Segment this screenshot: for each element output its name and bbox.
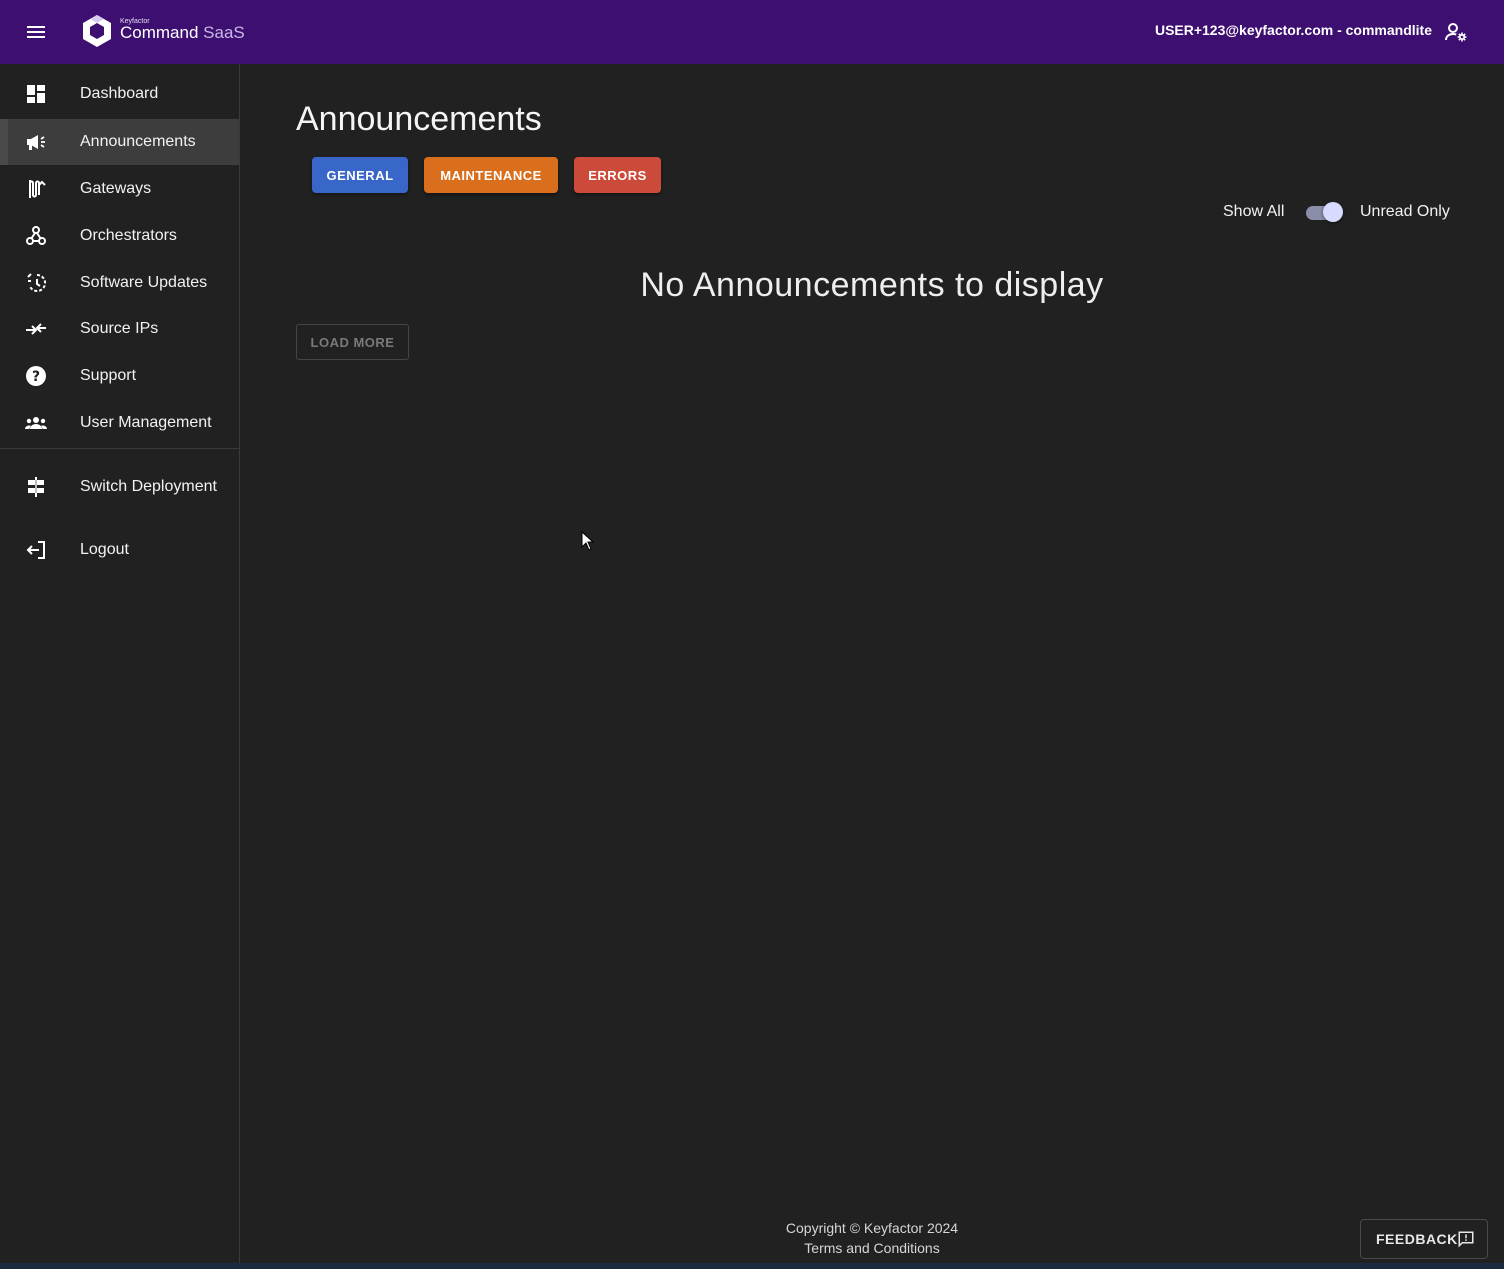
user-account-label[interactable]: USER+123@keyfactor.com - commandlite: [1155, 22, 1432, 38]
app-logo[interactable]: Keyfactor Command SaaS: [80, 12, 260, 52]
toggle-thumb[interactable]: [1323, 202, 1343, 222]
sidebar-item-software-updates[interactable]: Software Updates: [0, 260, 239, 306]
logo-suffix: SaaS: [203, 23, 245, 42]
webhook-icon: [26, 226, 46, 245]
signpost-icon: [28, 477, 44, 497]
sidebar-item-label: Software Updates: [80, 274, 208, 291]
group-icon: [25, 417, 47, 429]
sidebar-item-user-management[interactable]: User Management: [0, 400, 239, 446]
filter-maintenance-button[interactable]: MAINTENANCE: [424, 157, 558, 193]
sidebar-item-label: Source IPs: [80, 320, 159, 337]
sidebar-item-label: Dashboard: [80, 85, 159, 102]
sidebar-divider: [0, 448, 239, 449]
logo-product-text: Command SaaS: [120, 23, 245, 43]
mouse-pointer-icon: [581, 531, 595, 551]
sidebar-item-support[interactable]: ? Support: [0, 353, 239, 399]
filter-errors-button[interactable]: ERRORS: [574, 157, 661, 193]
sidebar-item-announcements[interactable]: Announcements: [0, 119, 239, 165]
update-icon: [27, 273, 47, 292]
sidebar-item-logout[interactable]: Logout: [0, 527, 239, 573]
sidebar-item-label: Announcements: [80, 133, 196, 150]
sidebar-item-label: Logout: [80, 541, 129, 558]
unread-only-toggle[interactable]: [1304, 200, 1344, 224]
svg-text:?: ?: [32, 369, 40, 385]
top-app-bar: Keyfactor Command SaaS USER+123@keyfacto…: [0, 0, 1504, 64]
sidebar-item-label: User Management: [80, 414, 212, 431]
sidebar-item-source-ips[interactable]: Source IPs: [0, 306, 239, 352]
terms-link[interactable]: Terms and Conditions: [240, 1240, 1504, 1256]
keyfactor-logo-icon: [83, 15, 111, 47]
dashboard-icon: [27, 85, 45, 103]
sidebar-item-switch-deployment[interactable]: Switch Deployment: [0, 464, 239, 510]
feedback-label: FEEDBACK: [1376, 1231, 1458, 1247]
gateway-icon: [29, 180, 46, 198]
arrows-merge-icon: [26, 323, 46, 335]
show-all-label: Show All: [1223, 203, 1285, 220]
logo-product-name: Command: [120, 23, 199, 42]
empty-state-message: No Announcements to display: [640, 266, 1104, 304]
filter-general-button[interactable]: GENERAL: [312, 157, 408, 193]
footer-copyright: Copyright © Keyfactor 2024: [785, 1220, 959, 1236]
main-content: Announcements GENERAL MAINTENANCE ERRORS…: [240, 64, 1504, 1263]
sidebar-item-label: Switch Deployment: [80, 478, 217, 495]
sidebar-item-dashboard[interactable]: Dashboard: [0, 71, 239, 117]
page-title: Announcements: [296, 100, 542, 138]
sidebar: Dashboard Announcements Gateways Orchest…: [0, 64, 240, 1263]
sidebar-item-label: Gateways: [80, 180, 152, 197]
feedback-icon: [1458, 1231, 1474, 1248]
sidebar-item-label: Orchestrators: [80, 227, 177, 244]
load-more-button[interactable]: LOAD MORE: [296, 324, 409, 360]
sidebar-item-label: Support: [80, 367, 137, 384]
user-settings-icon[interactable]: [1444, 20, 1468, 44]
bottom-strip: [0, 1263, 1504, 1269]
sidebar-item-gateways[interactable]: Gateways: [0, 166, 239, 212]
menu-icon[interactable]: [24, 20, 48, 44]
unread-only-label: Unread Only: [1360, 203, 1450, 220]
sidebar-item-orchestrators[interactable]: Orchestrators: [0, 213, 239, 259]
help-icon: ?: [26, 366, 46, 386]
logout-icon: [26, 541, 45, 559]
feedback-button[interactable]: FEEDBACK: [1360, 1219, 1488, 1259]
megaphone-icon: [27, 135, 45, 150]
